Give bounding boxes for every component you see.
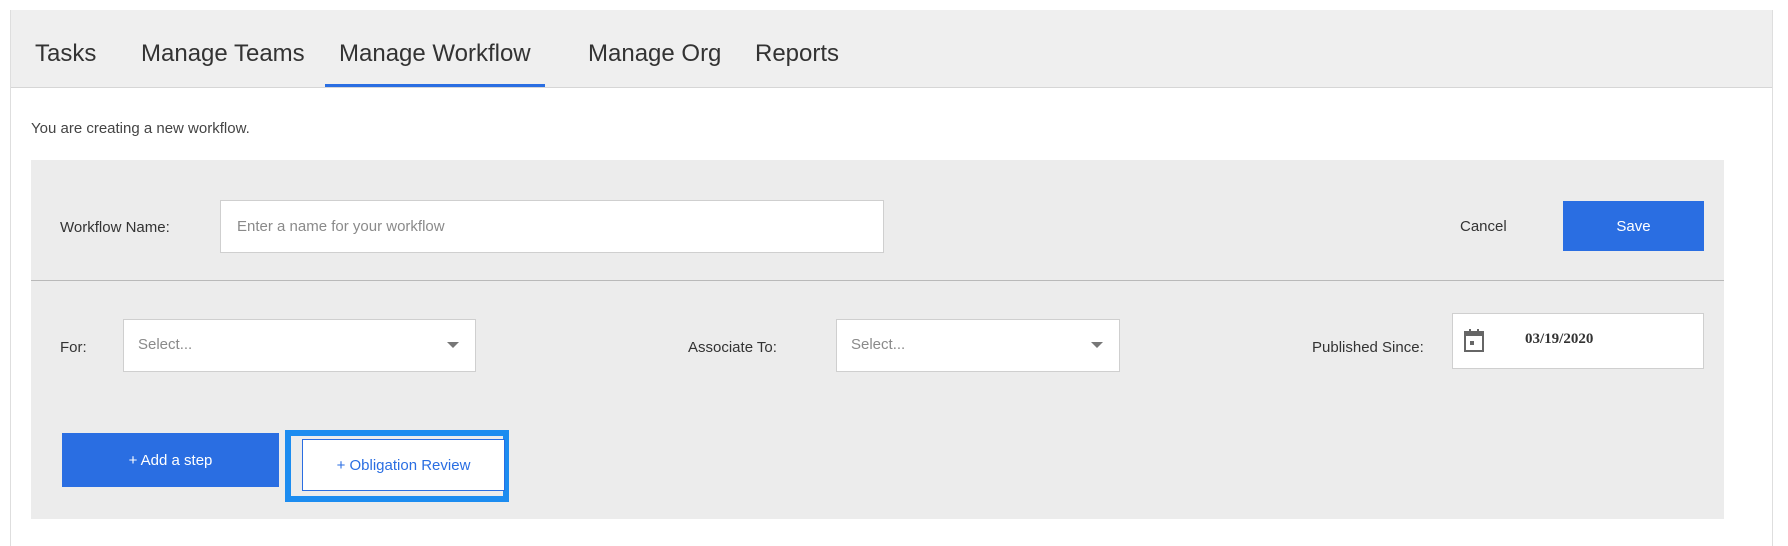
add-step-button[interactable]: + Add a step <box>62 433 279 487</box>
published-since-value: 03/19/2020 <box>1525 331 1594 347</box>
workflow-name-row: Workflow Name: Cancel Save <box>31 160 1724 281</box>
for-label: For: <box>60 339 87 356</box>
tab-manage-workflow[interactable]: Manage Workflow <box>325 10 545 87</box>
cancel-button[interactable]: Cancel <box>1460 218 1507 235</box>
tab-manage-teams[interactable]: Manage Teams <box>141 10 305 87</box>
calendar-icon[interactable] <box>1463 329 1485 353</box>
intro-text: You are creating a new workflow. <box>31 120 250 137</box>
for-select-value: Select... <box>138 336 193 353</box>
save-button[interactable]: Save <box>1563 201 1704 251</box>
published-since-date-field[interactable]: 03/19/2020 <box>1452 313 1704 369</box>
obligation-review-button[interactable]: + Obligation Review <box>302 439 505 491</box>
tab-reports[interactable]: Reports <box>755 10 839 87</box>
chevron-down-icon <box>447 342 459 348</box>
tab-tasks[interactable]: Tasks <box>35 10 96 87</box>
associate-to-label: Associate To: <box>688 339 777 356</box>
associate-to-select-value: Select... <box>851 336 906 353</box>
associate-to-select[interactable]: Select... <box>836 319 1120 372</box>
chevron-down-icon <box>1091 342 1103 348</box>
workflow-form-panel: Workflow Name: Cancel Save For: Select..… <box>31 160 1724 519</box>
for-select[interactable]: Select... <box>123 319 476 372</box>
tab-manage-org[interactable]: Manage Org <box>588 10 721 87</box>
workflow-name-label: Workflow Name: <box>60 219 170 236</box>
workflow-name-input[interactable] <box>220 200 884 253</box>
published-since-label: Published Since: <box>1312 339 1424 356</box>
tab-bar: Tasks Manage Teams Manage Workflow Manag… <box>11 10 1772 88</box>
